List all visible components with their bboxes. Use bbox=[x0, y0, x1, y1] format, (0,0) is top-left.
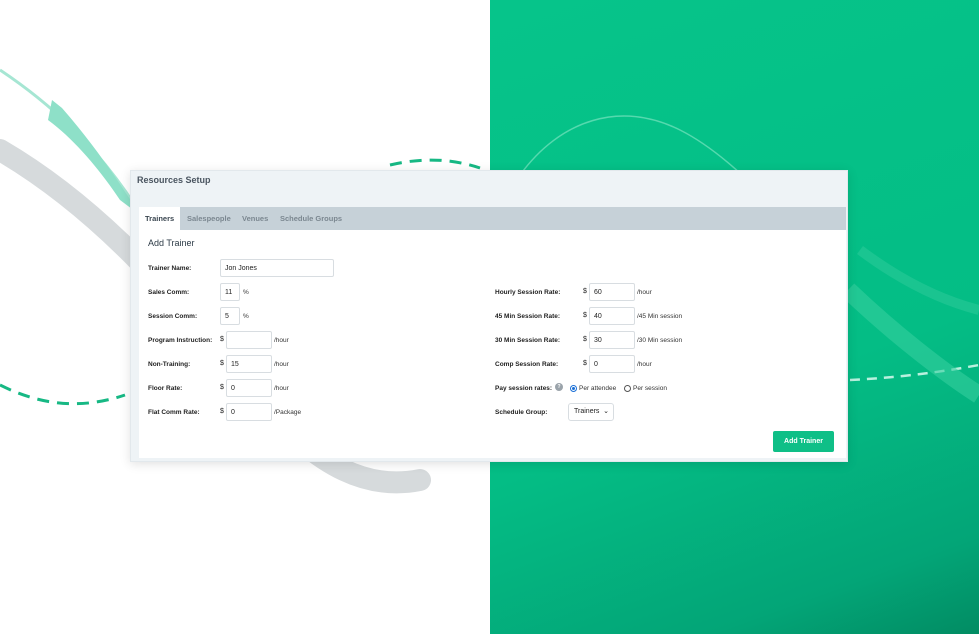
program-instruction-input[interactable] bbox=[226, 331, 272, 349]
comp-session-rate-label: Comp Session Rate: bbox=[495, 361, 559, 368]
tab-trainers[interactable]: Trainers bbox=[139, 207, 181, 230]
min45-session-rate-currency: $ bbox=[583, 312, 587, 319]
pay-session-rates-label: Pay session rates: bbox=[495, 385, 553, 392]
comp-session-rate-currency: $ bbox=[583, 360, 587, 367]
session-comm-input[interactable] bbox=[220, 307, 240, 325]
panel-title: Resources Setup bbox=[137, 175, 211, 185]
add-trainer-button[interactable]: Add Trainer bbox=[773, 431, 834, 452]
schedule-group-value: Trainers bbox=[574, 408, 600, 415]
min30-session-rate-label: 30 Min Session Rate: bbox=[495, 337, 561, 344]
per-session-label: Per session bbox=[633, 385, 667, 392]
floor-rate-currency: $ bbox=[220, 384, 224, 391]
hourly-session-rate-suffix: /hour bbox=[637, 289, 652, 296]
per-attendee-label: Per attendee bbox=[579, 385, 617, 392]
chevron-down-icon: ⌄ bbox=[603, 408, 609, 415]
non-training-currency: $ bbox=[220, 360, 224, 367]
sales-comm-label: Sales Comm: bbox=[148, 289, 190, 296]
flat-comm-rate-suffix: /Package bbox=[274, 409, 302, 416]
tab-schedule-groups[interactable]: Schedule Groups bbox=[274, 207, 348, 230]
min30-session-rate-suffix: /30 Min session bbox=[637, 337, 683, 344]
floor-rate-suffix: /hour bbox=[274, 385, 289, 392]
non-training-input[interactable] bbox=[226, 355, 272, 373]
program-instruction-suffix: /hour bbox=[274, 337, 289, 344]
floor-rate-input[interactable] bbox=[226, 379, 272, 397]
flat-comm-rate-currency: $ bbox=[220, 408, 224, 415]
comp-session-rate-input[interactable] bbox=[589, 355, 635, 373]
hourly-session-rate-label: Hourly Session Rate: bbox=[495, 289, 561, 296]
hourly-session-rate-input[interactable] bbox=[589, 283, 635, 301]
sales-comm-input[interactable] bbox=[220, 283, 240, 301]
question-icon[interactable]: ? bbox=[555, 383, 563, 391]
min30-session-rate-currency: $ bbox=[583, 336, 587, 343]
resources-setup-panel: Resources Setup Trainers Salespeople Ven… bbox=[130, 170, 848, 462]
min45-session-rate-label: 45 Min Session Rate: bbox=[495, 313, 561, 320]
min45-session-rate-suffix: /45 Min session bbox=[637, 313, 683, 320]
min30-session-rate-input[interactable] bbox=[589, 331, 635, 349]
schedule-group-label: Schedule Group: bbox=[495, 409, 548, 416]
comp-session-rate-suffix: /hour bbox=[637, 361, 652, 368]
form-heading: Add Trainer bbox=[148, 238, 195, 248]
non-training-suffix: /hour bbox=[274, 361, 289, 368]
tab-bar: Trainers Salespeople Venues Schedule Gro… bbox=[139, 207, 846, 230]
schedule-group-select[interactable]: Trainers ⌄ bbox=[568, 403, 614, 421]
trainer-name-input[interactable] bbox=[220, 259, 334, 277]
flat-comm-rate-label: Flat Comm Rate: bbox=[148, 409, 200, 416]
tab-salespeople[interactable]: Salespeople bbox=[181, 207, 237, 230]
flat-comm-rate-input[interactable] bbox=[226, 403, 272, 421]
non-training-label: Non-Training: bbox=[148, 361, 191, 368]
per-attendee-radio[interactable] bbox=[570, 385, 577, 392]
add-trainer-form: Add Trainer Trainer Name: Sales Comm: % … bbox=[139, 230, 846, 458]
per-session-radio[interactable] bbox=[624, 385, 631, 392]
program-instruction-label: Program Instruction: bbox=[148, 337, 213, 344]
min45-session-rate-input[interactable] bbox=[589, 307, 635, 325]
session-comm-suffix: % bbox=[243, 313, 249, 320]
trainer-name-label: Trainer Name: bbox=[148, 265, 192, 272]
floor-rate-label: Floor Rate: bbox=[148, 385, 183, 392]
session-comm-label: Session Comm: bbox=[148, 313, 198, 320]
tab-venues[interactable]: Venues bbox=[236, 207, 274, 230]
program-instruction-currency: $ bbox=[220, 336, 224, 343]
sales-comm-suffix: % bbox=[243, 289, 249, 296]
hourly-session-rate-currency: $ bbox=[583, 288, 587, 295]
